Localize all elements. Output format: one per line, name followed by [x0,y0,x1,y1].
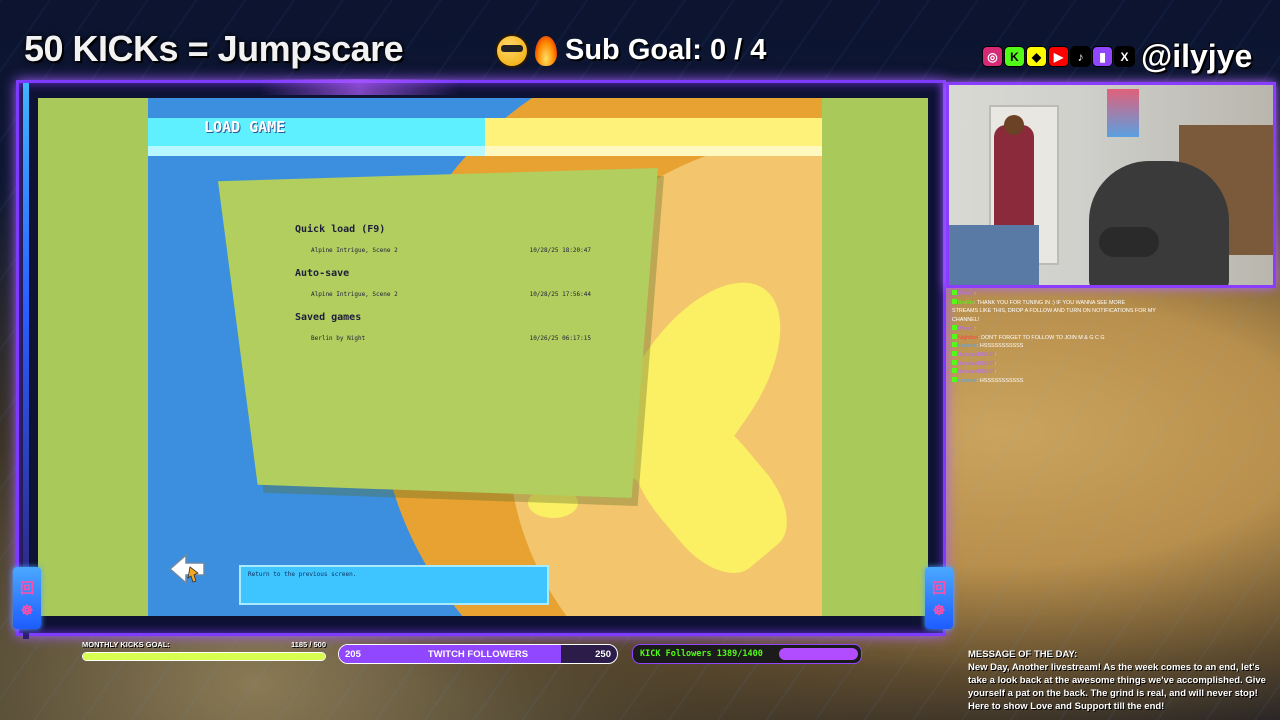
chat-message: jMeyr0: [952,324,1212,334]
save-entry[interactable]: Alpine Intrigue, Scene 2 10/28/25 18:20:… [311,247,591,254]
kick-badge-icon [952,359,957,365]
webcam-person-head [1004,115,1024,135]
back-arrow-icon[interactable] [168,553,208,585]
save-panel [218,168,658,498]
tooltip-box: Return to the previous screen. [239,565,549,605]
chat-username: coolerie [958,343,977,350]
chat-username: rhondaaBBEST [958,369,995,376]
twitch-followers-label: TWITCH FOLLOWERS [427,649,529,660]
sub-goal-label: Sub Goal: [565,34,702,66]
save-entry[interactable]: Berlin by Night 10/26/25 06:17:15 [311,335,591,342]
chat-username: rhondaaBBEST [958,360,995,367]
chat-username: Nightbot [958,334,979,341]
tiktok-icon: ♪ [1071,47,1090,66]
chat-message: STREAMS LIKE THIS, DROP A FOLLOW AND TUR… [952,307,1212,316]
twitch-icon: ▮ [1093,47,1112,66]
monthly-kicks-goal: MONTHLY KICKS GOAL: 1185 / 500 [82,640,326,661]
tooltip-text: Return to the previous screen. [248,571,357,578]
webcam-person-standing [994,125,1034,235]
load-game-title: LOAD GAME [204,118,286,136]
kick-badge-icon [952,350,957,356]
social-bar: ◎ K ◆ ▶ ♪ ▮ X @ilyjye [983,38,1252,75]
webcam-bed [949,225,1039,285]
chat-username: coolerie [958,378,977,385]
section-auto-save: Auto-save [295,268,350,279]
chat-message: rhondaaBBEST: [952,359,1212,369]
frame-side-badge-right: 回 ☸ [925,567,953,629]
chat-message: rhondaaBBEST: [952,350,1212,360]
streamer-handle: @ilyjye [1141,38,1253,74]
chat-username: jMeyr0 [958,325,975,332]
chat-message: rhondaaBBEST: [952,368,1212,377]
chat-message: coolerie: HSSSSSSSSSSS [952,342,1212,351]
webcam-feed [946,82,1276,288]
kick-badge-icon [952,290,957,295]
chat-message: coolerie: HSSSSSSSSSSS [952,377,1212,386]
motd-body: New Day, Another livestream! As the week… [968,662,1266,712]
kick-badge-icon [952,377,957,383]
chat-panel: jMeyr0: BotRix: THANK YOU FOR TUNING IN … [952,290,1212,386]
monthly-kicks-fill [83,653,325,660]
webcam-microphone [1099,227,1159,257]
sub-goal-value: 0 / 4 [709,34,767,66]
message-of-the-day: MESSAGE OF THE DAY: New Day, Another liv… [968,648,1268,713]
chat-text: HSSSSSSSSSSS [979,343,1024,350]
save-name: Berlin by Night [311,335,366,342]
game-header-stripe [148,146,822,156]
motd-title: MESSAGE OF THE DAY: [968,649,1078,660]
chat-username: BotRix [958,299,974,306]
save-date: 10/26/25 06:17:15 [529,335,591,342]
section-saved-games: Saved games [295,312,362,323]
kick-followers-fill [778,648,858,660]
sub-goal: Sub Goal: 0 / 4 [497,34,766,67]
twitch-followers-goal: 250 [595,649,611,660]
kick-followers-bar: KICK Followers 1389/1400 [632,644,862,664]
fire-emoji-icon [535,35,557,66]
game-screen: LOAD GAME Quick load (F9) Alpine Intrigu… [38,98,928,616]
twitch-followers-bar: 205 TWITCH FOLLOWERS 250 [338,644,618,664]
kick-badge-icon [952,324,957,330]
sunglasses-emoji-icon [497,35,527,66]
save-name: Alpine Intrigue, Scene 2 [311,247,398,254]
monthly-kicks-label: MONTHLY KICKS GOAL: [82,640,170,649]
chat-message: Nightbot: DON'T FORGET TO FOLLOW TO JOIN… [952,333,1212,343]
frame-decoration [259,79,459,95]
monthly-kicks-track [82,652,326,661]
chat-text: DON'T FORGET TO FOLLOW TO JOIN M & G C G [981,334,1105,341]
chat-username: rhondaaBBEST [958,351,995,358]
chat-message: jMeyr0: [952,290,1212,299]
webcam-streamer [1089,161,1229,285]
chat-username: jMeyr0 [958,291,975,297]
youtube-icon: ▶ [1049,47,1068,66]
save-entry[interactable]: Alpine Intrigue, Scene 2 10/28/25 17:56:… [311,291,591,298]
snapchat-icon: ◆ [1027,47,1046,66]
save-name: Alpine Intrigue, Scene 2 [311,291,398,298]
chat-text: STREAMS LIKE THIS, DROP A FOLLOW AND TUR… [952,308,1156,315]
kick-badge-icon [952,298,957,304]
chat-message: CHANNEL! [952,316,1212,325]
chat-text: HSSSSSSSSSSS [979,378,1024,385]
frame-accent-left [23,83,29,639]
kick-icon: K [1005,47,1024,66]
kick-jumpscare-title: 50 KICKs = Jumpscare [24,28,404,69]
kick-badge-icon [952,342,957,348]
webcam-poster [1107,89,1139,137]
kick-badge-icon [952,368,957,374]
monthly-kicks-value: 1185 / 500 [290,640,326,649]
frame-side-badge-left: 回 ☸ [13,567,41,629]
save-date: 10/28/25 17:56:44 [529,291,591,298]
kick-followers-text: KICK Followers 1389/1400 [640,649,763,659]
section-quick-load: Quick load (F9) [295,224,386,235]
game-capture-frame: LOAD GAME Quick load (F9) Alpine Intrigu… [13,79,953,639]
chat-text: CHANNEL! [952,317,980,324]
x-icon: X [1115,47,1134,66]
kick-badge-icon [952,333,957,339]
save-date: 10/28/25 18:20:47 [529,247,591,254]
chat-message: BotRix: THANK YOU FOR TUNING IN :) IF YO… [952,298,1212,308]
instagram-icon: ◎ [983,47,1002,66]
chat-text: THANK YOU FOR TUNING IN :) IF YOU WANNA … [976,299,1126,306]
